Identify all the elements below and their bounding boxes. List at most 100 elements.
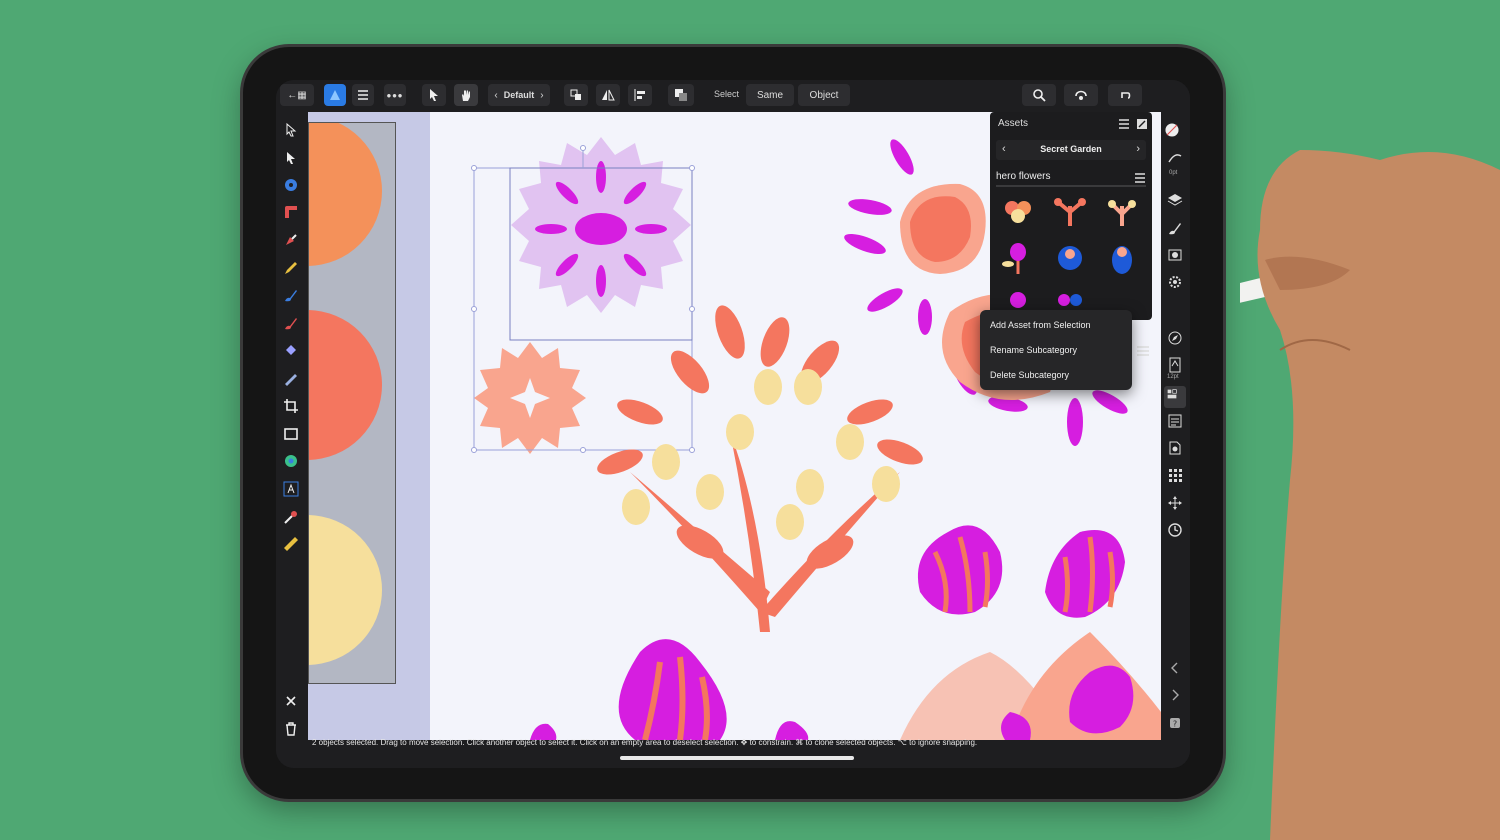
menu-add-asset[interactable]: Add Asset from Selection: [990, 320, 1091, 330]
magenta-tulips[interactable]: [900, 525, 1161, 740]
lavender-flower[interactable]: [511, 137, 691, 313]
menu-rename-subcategory[interactable]: Rename Subcategory: [990, 345, 1077, 355]
collapse-right-button[interactable]: [1167, 687, 1183, 703]
brush-stroke-icon: [1169, 223, 1181, 235]
collapse-left-button[interactable]: [1167, 660, 1183, 676]
hamburger-icon: [358, 90, 368, 100]
help-button[interactable]: ?: [1167, 715, 1183, 731]
brush-icon: [285, 318, 297, 330]
clock-icon: [1168, 523, 1182, 537]
rectangle-tool[interactable]: [283, 426, 299, 442]
salmon-flower[interactable]: [474, 342, 586, 454]
fill-tool[interactable]: [283, 342, 299, 358]
subcategory-title: hero flowers: [996, 171, 1051, 182]
asset-thumbnail[interactable]: [998, 240, 1038, 278]
asset-thumbnail[interactable]: [1102, 240, 1142, 278]
tools-panel: [276, 110, 306, 768]
undo-redo-button[interactable]: [1108, 84, 1142, 106]
document-menu-button[interactable]: [352, 84, 374, 106]
chevron-left-icon: ‹: [494, 89, 498, 101]
symbols-tab[interactable]: [1167, 440, 1183, 456]
move-tool[interactable]: [283, 122, 299, 138]
grid-icon: [1169, 469, 1182, 482]
select-same-button[interactable]: Same: [746, 84, 794, 106]
asset-thumbnail[interactable]: [1050, 192, 1090, 230]
assets-menu-icon[interactable]: [1118, 117, 1130, 135]
more-button[interactable]: •••: [384, 84, 406, 106]
crop-tool[interactable]: [283, 398, 299, 414]
snapping-button[interactable]: [1064, 84, 1098, 106]
move-tool-button[interactable]: [422, 84, 446, 106]
pencil-tool[interactable]: [283, 260, 299, 276]
category-next-icon[interactable]: ›: [1136, 143, 1140, 155]
asset-thumbnail[interactable]: [1050, 240, 1090, 278]
subcategory-menu-icon[interactable]: [1134, 171, 1146, 189]
flip-button[interactable]: [596, 84, 620, 106]
asset-thumbnail[interactable]: [1050, 288, 1090, 308]
stock-tab[interactable]: [1167, 413, 1183, 429]
text-tool[interactable]: [283, 481, 299, 497]
zoom-button[interactable]: [1022, 84, 1056, 106]
align-button[interactable]: [628, 84, 652, 106]
svg-text:?: ?: [1173, 720, 1177, 729]
stroke-tab[interactable]: [1167, 150, 1183, 166]
transparency-tool[interactable]: [283, 370, 299, 386]
subcategory-header[interactable]: hero flowers: [996, 169, 1146, 187]
symbols-icon: [1169, 441, 1181, 455]
navigator-tab[interactable]: [1167, 330, 1183, 346]
assets-expand-icon[interactable]: [1136, 117, 1148, 135]
top-toolbar: ←▦ ••• ‹ Default › Select Same Object: [276, 80, 1190, 110]
hand-tool-button[interactable]: [454, 84, 478, 106]
coral-plant[interactable]: [594, 302, 926, 632]
layers-tab[interactable]: [1167, 192, 1183, 208]
paint-brush-tool[interactable]: [283, 315, 299, 331]
select-object-button[interactable]: Object: [798, 84, 850, 106]
chevron-left-icon: [1171, 662, 1178, 674]
second-subcategory-menu-icon[interactable]: [1136, 344, 1150, 363]
eyedropper-tool[interactable]: [283, 509, 299, 525]
node-tool[interactable]: [283, 150, 299, 166]
pen-icon: [286, 234, 297, 245]
constraints-tab[interactable]: [1167, 495, 1183, 511]
back-grid-button[interactable]: ←▦: [280, 84, 314, 106]
transparency-icon: [285, 374, 297, 386]
hand-icon: [462, 90, 470, 101]
close-icon: [286, 696, 296, 706]
text-styles-tab[interactable]: [1167, 357, 1183, 373]
swatches-tab[interactable]: [1167, 467, 1183, 483]
pen-tool[interactable]: [283, 232, 299, 248]
brushes-tab[interactable]: [1167, 220, 1183, 236]
boolean-icon: [675, 89, 687, 101]
assets-tab[interactable]: [1164, 386, 1186, 408]
app-screen: ←▦ ••• ‹ Default › Select Same Object As…: [276, 80, 1190, 768]
color-tab[interactable]: [1164, 122, 1186, 144]
point-transform-tool[interactable]: [283, 177, 299, 193]
effects-icon: [1168, 249, 1182, 261]
delete-tool[interactable]: [283, 721, 299, 737]
text-frame-icon: [1169, 357, 1181, 373]
corner-tool[interactable]: [283, 204, 299, 220]
app-logo-button[interactable]: [324, 84, 346, 106]
asset-thumbnail[interactable]: [1102, 192, 1142, 230]
bottom-tulip[interactable]: [530, 639, 809, 740]
category-selector[interactable]: ‹ Secret Garden ›: [996, 140, 1146, 160]
vector-brush-tool[interactable]: [283, 287, 299, 303]
color-reference-artboard: [308, 116, 396, 684]
asset-thumbnail[interactable]: [998, 192, 1038, 230]
styles-tab[interactable]: [1167, 274, 1183, 290]
align-icon: [634, 89, 645, 101]
boolean-button[interactable]: [668, 84, 694, 106]
persona-style-selector[interactable]: ‹ Default ›: [488, 84, 550, 106]
corner-icon: [285, 206, 297, 218]
menu-delete-subcategory[interactable]: Delete Subcategory: [990, 370, 1069, 380]
effects-tab[interactable]: [1167, 247, 1183, 263]
measure-tool[interactable]: [283, 536, 299, 552]
transform-button[interactable]: [564, 84, 588, 106]
close-selection-tool[interactable]: [283, 693, 299, 709]
asset-thumbnail[interactable]: [998, 288, 1038, 308]
chevron-right-icon: [1172, 689, 1179, 701]
shape-tool[interactable]: [283, 453, 299, 469]
history-tab[interactable]: [1167, 522, 1183, 538]
trash-icon: [286, 722, 296, 736]
flip-icon: [602, 89, 615, 101]
